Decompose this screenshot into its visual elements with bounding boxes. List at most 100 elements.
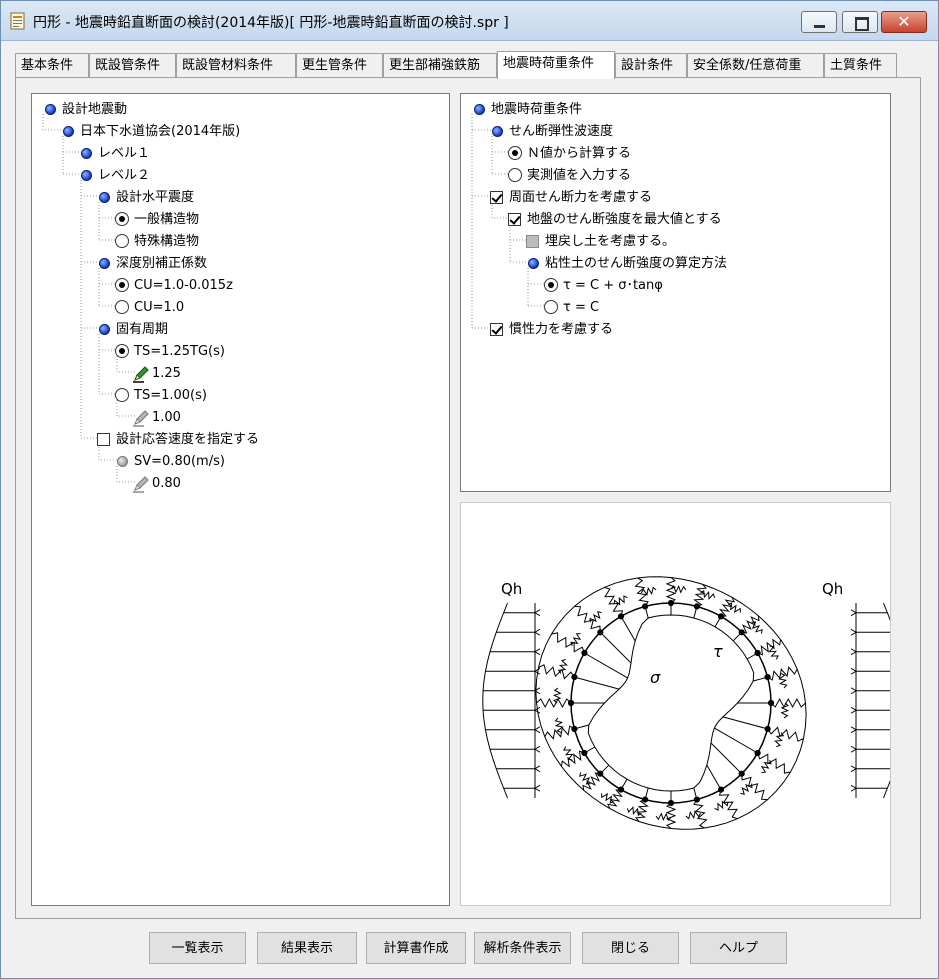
close-icon: ✕ (897, 12, 911, 31)
right-load-arrowhead (850, 648, 857, 656)
node-icon (474, 104, 485, 115)
right-load-arrowhead (850, 745, 857, 753)
pipe-node (754, 649, 761, 657)
pressure-arrow (645, 608, 649, 619)
node-icon (81, 148, 92, 159)
checkbox-unchecked-icon (97, 433, 110, 446)
close-button[interactable]: 閉じる (582, 932, 679, 964)
right-load-arrowhead (850, 609, 857, 617)
tab-seismic-load[interactable]: 地震時荷重条件 (497, 51, 615, 79)
right-load-arrowhead (850, 687, 857, 695)
soil-spring (607, 789, 624, 809)
pressure-arrow (693, 608, 697, 619)
pipe-node (764, 674, 771, 681)
pressure-arrow (714, 617, 721, 628)
radio-icon (115, 300, 129, 314)
radio-selected-icon (115, 344, 129, 358)
pressure-arrow (601, 764, 610, 773)
node-icon (528, 258, 539, 269)
left-load-arrowhead (534, 609, 541, 617)
button-bar: 一覧表示 結果表示 計算書作成 解析条件表示 閉じる ヘルプ (1, 929, 938, 969)
tree-lines (471, 114, 546, 329)
close-window-button[interactable]: ✕ (881, 11, 927, 33)
result-view-button[interactable]: 結果表示 (257, 932, 357, 964)
pressure-arrow (706, 764, 721, 789)
radio-icon (544, 300, 558, 314)
pressure-arrow (753, 677, 766, 682)
checkbox-checked-icon (508, 213, 521, 226)
pressure-arrow (621, 778, 628, 789)
soil-spring (757, 638, 782, 656)
soil-spring (574, 605, 601, 633)
analysis-conditions-button[interactable]: 解析条件表示 (474, 932, 571, 964)
pressure-arrow (746, 653, 757, 660)
pipe-node (581, 649, 588, 657)
tab-safety-factor[interactable]: 安全係数/任意荷重 (687, 53, 824, 78)
pencil-edit-icon (133, 366, 149, 383)
tab-existing-pipe[interactable]: 既設管条件 (89, 53, 176, 78)
node-icon (492, 126, 503, 137)
create-report-button[interactable]: 計算書作成 (366, 932, 466, 964)
pressure-arrow (601, 633, 632, 664)
main-window: 円形 - 地震時鉛直断面の検討(2014年版)[ 円形-地震時鉛直断面の検討.s… (0, 0, 939, 979)
help-button[interactable]: ヘルプ (690, 932, 787, 964)
pressure-arrow (710, 742, 741, 773)
qh-right-label: Qh (822, 580, 843, 598)
pressure-arrow (645, 787, 649, 798)
pipe-node (693, 796, 700, 803)
tab-basic[interactable]: 基本条件 (15, 53, 89, 78)
soil-spring (718, 597, 735, 617)
shear-spring (670, 584, 687, 594)
maximize-button[interactable] (842, 11, 878, 33)
seismic-load-figure: Qh Qh σ τ (460, 502, 909, 906)
pipe-load-diagram: Qh Qh σ τ (482, 576, 909, 830)
qh-left-label: Qh (501, 580, 522, 598)
list-view-button[interactable]: 一覧表示 (149, 932, 246, 964)
checkbox-checked-icon (490, 191, 503, 204)
pipe-node (581, 749, 588, 757)
tab-soil[interactable]: 土質条件 (824, 53, 897, 78)
tab-design[interactable]: 設計条件 (615, 53, 687, 78)
tab-existing-material[interactable]: 既設管材料条件 (176, 53, 296, 78)
right-load-arrowhead (850, 667, 857, 675)
soil-spring (538, 664, 575, 680)
node-icon (63, 126, 74, 137)
pressure-arrow (585, 653, 628, 679)
soil-spring (560, 750, 585, 768)
shear-spring (700, 589, 716, 600)
soil-spring (741, 773, 768, 801)
shear-spring (626, 806, 642, 817)
left-load-arrowhead (534, 745, 541, 753)
pressure-envelope (587, 614, 755, 792)
tab-renewal-pipe[interactable]: 更生管条件 (296, 53, 383, 78)
radio-selected-icon (544, 278, 558, 292)
node-icon (99, 192, 110, 203)
node-icon (45, 104, 56, 115)
app-icon (10, 12, 25, 30)
tau-label: τ (713, 642, 723, 661)
pressure-arrow (621, 617, 636, 642)
pressure-arrow (576, 724, 589, 729)
shear-spring (589, 611, 602, 623)
tree-lines (42, 114, 135, 483)
minimize-button[interactable] (801, 11, 837, 33)
node-icon (99, 258, 110, 269)
right-load-arrowhead (850, 628, 857, 636)
right-load-arrowhead (850, 706, 857, 714)
pencil-disabled-icon (133, 410, 149, 427)
seismic-load-tree: 地震時荷重条件 せん断弾性波速度 Ｎ値から計算する 実測値を入力する 周面せん断… (460, 93, 891, 492)
node-icon (99, 324, 110, 335)
pressure-arrow (722, 716, 766, 729)
shear-spring (760, 759, 772, 773)
shear-spring (570, 633, 582, 647)
right-load-arrowhead (850, 726, 857, 734)
left-load-arrowhead (534, 784, 541, 792)
pressure-arrow (576, 677, 620, 690)
tab-rebar[interactable]: 更生部補強鉄筋 (383, 53, 497, 78)
seismic-motion-tree: 設計地震動 日本下水道協会(2014年版) レベル１ レベル２ 設計水平震度 一… (31, 93, 450, 906)
right-load-arrowhead (850, 784, 857, 792)
checkbox-disabled-icon (526, 235, 539, 248)
tab-panel: 設計地震動 日本下水道協会(2014年版) レベル１ レベル２ 設計水平震度 一… (15, 77, 921, 919)
shear-spring (740, 783, 753, 795)
pencil-disabled-icon (133, 476, 149, 493)
